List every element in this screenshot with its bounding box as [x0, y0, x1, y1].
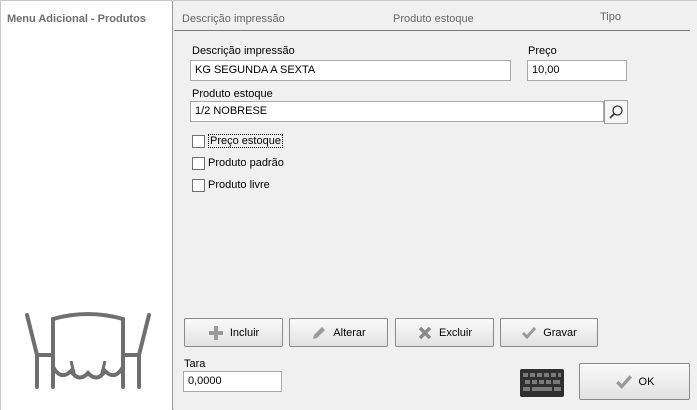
edit-button[interactable]: Alterar — [289, 318, 388, 347]
ok-button-label: OK — [638, 375, 655, 388]
header-col-type[interactable]: Tipo — [600, 11, 621, 23]
edit-button-label: Alterar — [333, 326, 366, 339]
delete-button-label: Excluir — [438, 326, 472, 339]
sidebar-title: Menu Adicional - Produtos — [7, 13, 146, 25]
checkbox-default-product[interactable]: Produto padrão — [192, 155, 284, 171]
checkbox-label: Produto livre — [208, 179, 270, 191]
save-button-label: Gravar — [543, 326, 577, 339]
table-chairs-icon — [25, 312, 151, 389]
save-button[interactable]: Gravar — [500, 318, 598, 347]
main-panel: Descrição impressão Produto estoque Tipo… — [174, 1, 697, 410]
tara-label: Tara — [184, 358, 206, 370]
checkbox-label: Preço estoque — [208, 134, 283, 148]
check-icon — [615, 374, 632, 389]
keyboard-icon[interactable] — [520, 369, 564, 397]
check-icon — [522, 326, 537, 339]
checkbox-box[interactable] — [192, 178, 205, 192]
tara-field[interactable]: 0,0000 — [183, 371, 282, 392]
description-label: Descrição impressão — [192, 45, 295, 57]
plus-icon — [208, 325, 223, 340]
description-field[interactable]: KG SEGUNDA A SEXTA — [190, 60, 511, 81]
price-field[interactable]: 10,00 — [527, 60, 627, 81]
x-icon — [418, 326, 432, 339]
list-header: Descrição impressão Produto estoque Tipo — [174, 9, 690, 31]
stock-product-field[interactable]: 1/2 NOBRESE — [190, 101, 604, 122]
include-button-label: Incluir — [229, 326, 260, 339]
checkbox-box[interactable] — [192, 156, 205, 170]
search-icon — [609, 105, 623, 119]
checkbox-free-product[interactable]: Produto livre — [192, 177, 270, 193]
dialog-window: Menu Adicional - Produtos Descrição impr… — [0, 0, 697, 410]
ok-button[interactable]: OK — [579, 363, 690, 400]
delete-button[interactable]: Excluir — [395, 318, 494, 347]
checkbox-label: Produto padrão — [208, 157, 284, 169]
search-button[interactable] — [604, 100, 628, 124]
header-col-product[interactable]: Produto estoque — [393, 13, 474, 25]
stock-product-label: Produto estoque — [192, 88, 273, 100]
sidebar: Menu Adicional - Produtos — [1, 1, 173, 410]
include-button[interactable]: Incluir — [184, 318, 283, 347]
price-label: Preço — [528, 45, 557, 57]
pencil-icon — [313, 326, 326, 339]
checkbox-box[interactable] — [192, 134, 205, 148]
checkbox-stock-price[interactable]: Preço estoque — [192, 133, 283, 149]
header-col-description[interactable]: Descrição impressão — [182, 13, 285, 25]
